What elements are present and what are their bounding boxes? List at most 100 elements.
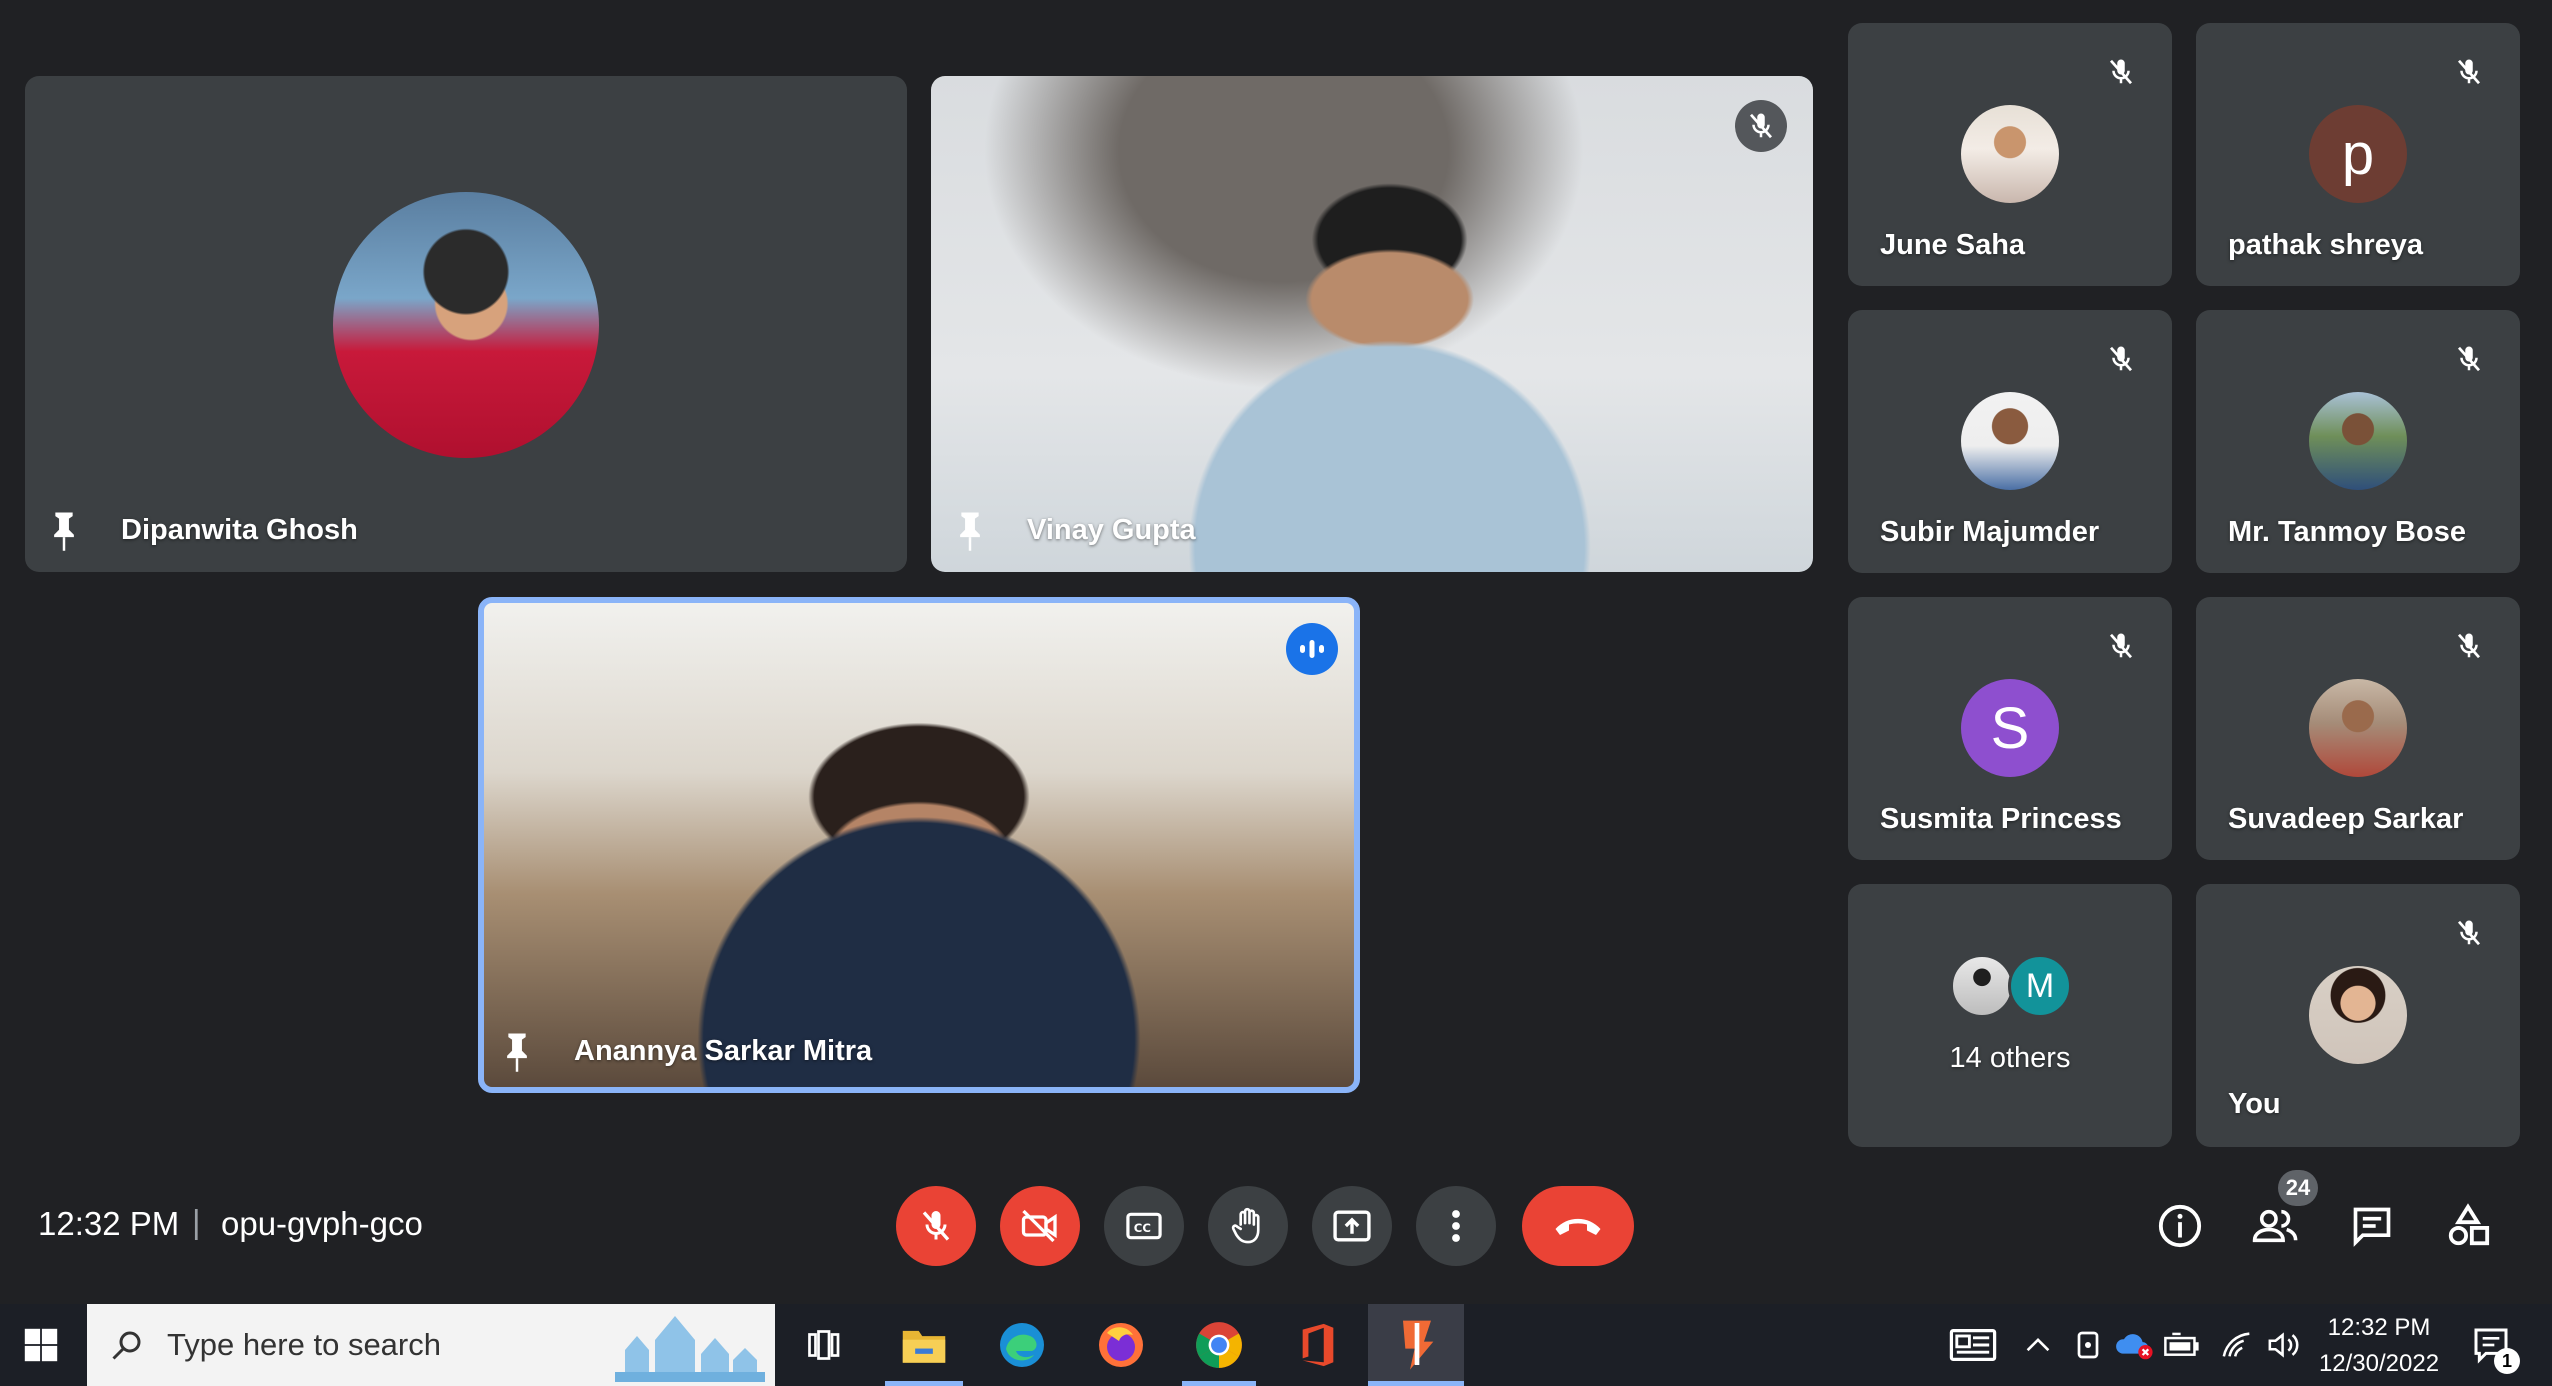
mic-off-icon [2098, 623, 2144, 669]
avatar [2309, 966, 2407, 1064]
tile-suvadeep-sarkar[interactable]: Suvadeep Sarkar [2196, 597, 2520, 860]
camera-off-icon [1021, 1209, 1057, 1243]
pin-icon[interactable] [49, 510, 79, 552]
raise-hand-button[interactable] [1208, 1186, 1288, 1266]
activities-button[interactable] [2438, 1196, 2498, 1256]
meeting-details-button[interactable] [2150, 1196, 2210, 1256]
participant-name: Dipanwita Ghosh [121, 514, 358, 546]
chrome-button[interactable] [1190, 1316, 1248, 1374]
folder-icon [902, 1330, 946, 1363]
battery-icon [2164, 1332, 2199, 1356]
search-highlight-illustration-icon [615, 1316, 765, 1382]
tile-subir-majumder[interactable]: Subir Majumder [1848, 310, 2172, 573]
edge-browser-icon [1000, 1323, 1044, 1367]
onedrive-error-icon [2116, 1334, 2153, 1360]
search-placeholder: Type here to search [167, 1327, 441, 1362]
mic-off-icon [2446, 623, 2492, 669]
chat-icon [2353, 1207, 2391, 1247]
taskbar-clock-date[interactable]: 12/30/2022 [2312, 1350, 2446, 1378]
mic-off-icon [2098, 336, 2144, 382]
start-button[interactable] [12, 1316, 70, 1374]
taskbar-clock-time[interactable]: 12:32 PM [2312, 1314, 2446, 1342]
tile-june-saha[interactable]: June Saha [1848, 23, 2172, 286]
battery-tray-button[interactable] [2160, 1316, 2204, 1374]
avatar [2309, 679, 2407, 777]
tile-vinay-gupta[interactable]: Vinay Gupta [931, 76, 1813, 572]
captions-button[interactable]: CC [1104, 1186, 1184, 1266]
task-view-button[interactable] [794, 1316, 852, 1374]
meeting-separator: | [192, 1203, 201, 1240]
file-explorer-active-indicator [885, 1381, 963, 1386]
network-tray-button[interactable] [2216, 1316, 2260, 1374]
present-screen-button[interactable] [1312, 1186, 1392, 1266]
pin-icon[interactable] [502, 1031, 532, 1073]
meet-now-tray-button[interactable] [2068, 1316, 2108, 1374]
edge-button[interactable] [993, 1316, 1051, 1374]
search-icon [112, 1331, 141, 1360]
participant-name: Vinay Gupta [1027, 514, 1196, 546]
news-widget-button[interactable] [1944, 1316, 2002, 1374]
meet-app-icon [1403, 1320, 1434, 1370]
meet-active-indicator [1368, 1381, 1464, 1386]
task-view-icon [808, 1330, 840, 1360]
chrome-browser-icon [1196, 1322, 1242, 1368]
avatar: M [2008, 954, 2072, 1018]
avatar [333, 192, 599, 458]
avatar [2309, 392, 2407, 490]
participant-name: You [2228, 1088, 2281, 1120]
speaker-icon [2268, 1332, 2299, 1358]
tile-pathak-shreya[interactable]: p pathak shreya [2196, 23, 2520, 286]
tile-susmita-princess[interactable]: S Susmita Princess [1848, 597, 2172, 860]
avatar [1961, 105, 2059, 203]
avatar: S [1961, 679, 2059, 777]
tile-dipanwita-ghosh[interactable]: Dipanwita Ghosh [25, 76, 907, 572]
firefox-button[interactable] [1092, 1316, 1150, 1374]
participant-name: pathak shreya [2228, 229, 2424, 261]
avatar [1950, 954, 2014, 1018]
windows-logo-icon [24, 1328, 58, 1362]
avatar: p [2309, 105, 2407, 203]
wifi-icon [2222, 1332, 2250, 1357]
show-hidden-icons-button[interactable] [2018, 1316, 2058, 1374]
volume-tray-button[interactable] [2262, 1316, 2306, 1374]
mic-toggle-button[interactable] [896, 1186, 976, 1266]
call-end-icon [1555, 1218, 1601, 1235]
more-options-button[interactable] [1416, 1186, 1496, 1266]
participant-name: Subir Majumder [1880, 516, 2100, 548]
pin-icon[interactable] [955, 510, 985, 552]
leave-call-button[interactable] [1522, 1186, 1634, 1266]
participant-name: Mr. Tanmoy Bose [2228, 516, 2466, 548]
mic-off-icon [2098, 49, 2144, 95]
present-icon [1333, 1210, 1371, 1242]
tile-anannya-sarkar-mitra[interactable]: Anannya Sarkar Mitra [478, 597, 1360, 1093]
windows-taskbar: Type here to search 12:32 PM 12/30/2022 … [0, 1304, 2552, 1386]
chat-button[interactable] [2342, 1196, 2402, 1256]
tile-you[interactable]: You [2196, 884, 2520, 1147]
participant-name: Anannya Sarkar Mitra [574, 1035, 873, 1067]
mic-off-icon [922, 1211, 950, 1241]
firefox-browser-icon [1099, 1323, 1143, 1367]
chevron-up-icon [2026, 1337, 2050, 1352]
meeting-time: 12:32 PM [38, 1205, 180, 1242]
news-icon [1949, 1328, 1997, 1362]
office-icon [1302, 1323, 1334, 1367]
tile-others[interactable]: M 14 others [1848, 884, 2172, 1147]
participant-name: 14 others [1949, 1042, 2071, 1074]
office-button[interactable] [1289, 1316, 1347, 1374]
mic-off-icon [1735, 100, 1787, 152]
mic-off-icon [2446, 49, 2492, 95]
meeting-code[interactable]: opu-gvph-gco [221, 1205, 423, 1243]
activities-icon [2448, 1203, 2490, 1246]
speaking-indicator-icon [1286, 623, 1338, 675]
taskbar-search-box[interactable]: Type here to search [87, 1304, 775, 1386]
meet-app-taskbar-item[interactable] [1368, 1304, 1464, 1386]
camera-toggle-button[interactable] [1000, 1186, 1080, 1266]
mic-off-icon [2446, 910, 2492, 956]
tile-mr-tanmoy-bose[interactable]: Mr. Tanmoy Bose [2196, 310, 2520, 573]
onedrive-tray-button[interactable] [2112, 1316, 2156, 1374]
chrome-active-indicator [1182, 1381, 1256, 1386]
file-explorer-button[interactable] [895, 1316, 953, 1374]
raise-hand-icon [1231, 1207, 1260, 1244]
more-vert-icon [1452, 1210, 1460, 1242]
notification-count-badge: 1 [2494, 1348, 2520, 1374]
